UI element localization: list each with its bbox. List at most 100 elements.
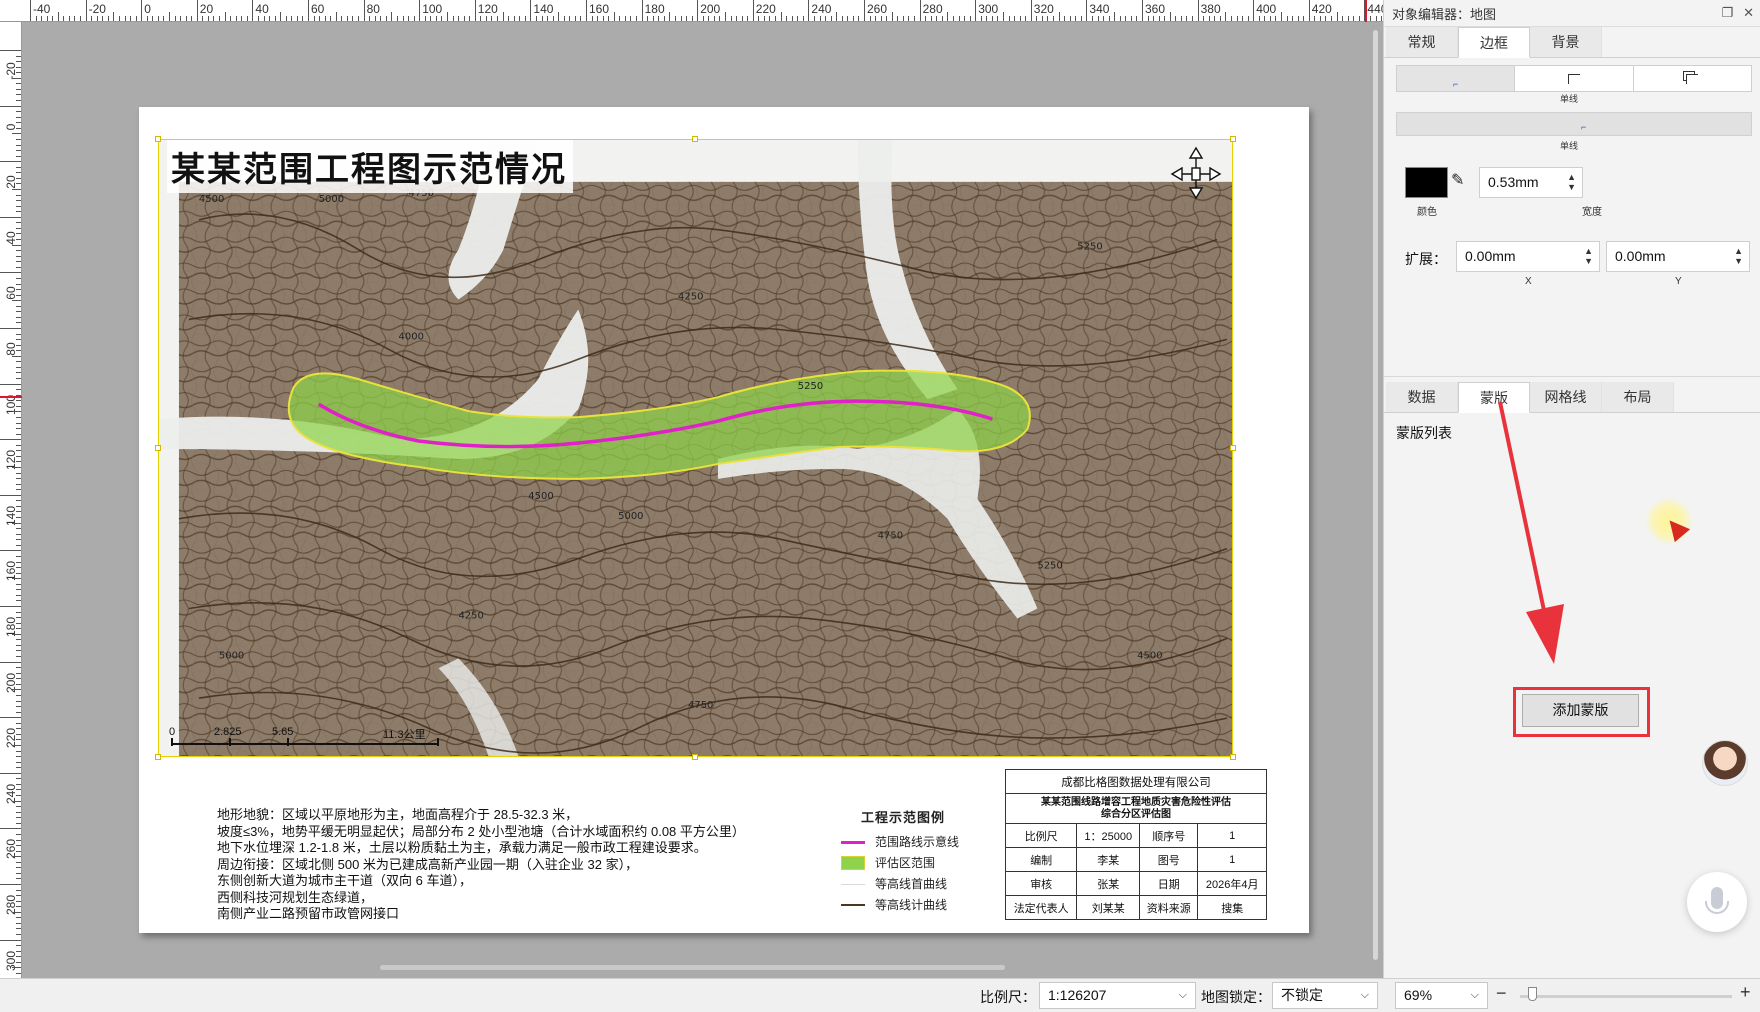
ruler-tick [586, 0, 587, 21]
ruler-tick [0, 717, 21, 719]
ruler-tick [0, 884, 21, 885]
ruler-minor-tick [402, 16, 404, 21]
ruler-minor-tick [16, 55, 21, 57]
ruler-minor-tick [63, 16, 65, 21]
ruler-minor-tick [441, 16, 443, 21]
ruler-minor-tick [541, 16, 543, 21]
selection-handle[interactable] [1230, 136, 1236, 142]
ruler-minor-tick [12, 355, 21, 357]
zoom-out-icon[interactable]: − [1496, 983, 1507, 1004]
selection-handle[interactable] [155, 136, 161, 142]
scale-select[interactable]: 1:126207 ⌵ [1039, 982, 1196, 1009]
close-icon[interactable]: ✕ [1743, 5, 1754, 21]
zoom-slider-thumb[interactable] [1528, 987, 1538, 1001]
tab-layout[interactable]: 布局 [1602, 382, 1674, 412]
ruler-minor-tick [12, 189, 21, 190]
zoom-slider-track[interactable] [1520, 995, 1732, 998]
ruler-minor-tick [869, 16, 871, 21]
ruler-minor-tick [597, 16, 599, 21]
ruler-tick [0, 661, 21, 663]
north-arrow-icon[interactable] [1168, 144, 1224, 202]
table-cell: 1 [1197, 823, 1267, 848]
spinner-arrows-icon[interactable]: ▲ ▼ [1584, 246, 1593, 266]
ruler-minor-tick [424, 16, 426, 21]
ruler-minor-tick [619, 16, 621, 21]
border-style-double[interactable] [1634, 66, 1751, 91]
ruler-minor-tick [57, 12, 59, 21]
ruler-minor-tick [1169, 12, 1171, 21]
ruler-minor-tick [35, 16, 37, 21]
border-line-preview[interactable]: ⌐ [1396, 112, 1752, 136]
selection-handle[interactable] [155, 754, 161, 760]
ruler-minor-tick [16, 600, 21, 602]
ruler-tick [0, 328, 21, 329]
ruler-minor-tick [1136, 16, 1138, 21]
selection-handle[interactable] [1230, 445, 1236, 451]
ruler-minor-tick [930, 16, 932, 21]
legend-swatch-index-contour [841, 898, 865, 912]
ruler-label: 60 [311, 2, 325, 16]
tab-data[interactable]: 数据 [1386, 382, 1458, 412]
ruler-label: 40 [255, 2, 269, 16]
ruler-minor-tick [41, 16, 43, 21]
panel-divider [1384, 376, 1760, 377]
ruler-tick [474, 0, 476, 21]
tab-border[interactable]: 边框 [1458, 27, 1530, 58]
ruler-minor-tick [396, 16, 398, 21]
selection-handle[interactable] [155, 445, 161, 451]
ruler-minor-tick [352, 16, 354, 21]
ruler-minor-tick [819, 16, 821, 21]
ruler-minor-tick [1281, 12, 1282, 21]
map-frame[interactable]: 4500 5000 4750 4250 5250 5250 4500 5000 … [158, 139, 1233, 757]
ruler-minor-tick [552, 16, 554, 21]
ruler-minor-tick [263, 16, 265, 21]
ruler-minor-tick [124, 16, 126, 21]
selection-handle[interactable] [1230, 754, 1236, 760]
border-style-single[interactable] [1515, 66, 1634, 91]
ruler-minor-tick [16, 416, 21, 418]
expand-x-spinner[interactable]: 0.00mm ▲ ▼ [1456, 241, 1600, 272]
ruler-minor-tick [302, 16, 304, 21]
x-label: X [1525, 276, 1532, 287]
ruler-minor-tick [547, 16, 549, 21]
horizontal-scrollbar[interactable] [380, 965, 1005, 970]
voice-input-button[interactable] [1687, 872, 1747, 932]
spinner-arrows-icon[interactable]: ▲ ▼ [1734, 246, 1743, 266]
ruler-minor-tick [452, 16, 454, 21]
spinner-arrows-icon[interactable]: ▲ ▼ [1567, 172, 1576, 192]
border-width-spinner[interactable]: 0.53mm ▲ ▼ [1479, 167, 1583, 198]
layout-canvas[interactable]: -40 -20 0 20 40 60 80 100 120 140 160 180 200 220 240 2… [0, 0, 1383, 978]
expand-y-spinner[interactable]: 0.00mm ▲ ▼ [1606, 241, 1750, 272]
border-color-swatch[interactable] [1405, 167, 1448, 198]
ruler-minor-tick [786, 16, 788, 21]
ruler-minor-tick [16, 561, 21, 563]
vertical-scrollbar[interactable] [1373, 30, 1378, 960]
border-style-none[interactable]: ⌐ [1397, 66, 1516, 91]
ruler-tick [0, 494, 21, 496]
tab-background[interactable]: 背景 [1530, 27, 1602, 57]
ruler-minor-tick [936, 16, 938, 21]
eyedropper-icon[interactable]: ✎ [1451, 170, 1464, 190]
scale-bar-tick [287, 738, 289, 746]
zoom-select[interactable]: 69% ⌵ [1395, 982, 1488, 1009]
ruler-minor-tick [12, 411, 21, 413]
table-cell: 图号 [1139, 847, 1199, 872]
add-mask-button[interactable]: 添加蒙版 [1522, 694, 1639, 727]
selection-handle[interactable] [692, 136, 698, 142]
assistant-avatar[interactable] [1702, 740, 1748, 786]
ruler-minor-tick [91, 16, 93, 21]
legend-title: 工程示范图例 [861, 811, 946, 826]
map-lock-select[interactable]: 不锁定 ⌵ [1272, 982, 1378, 1009]
restore-icon[interactable]: ❐ [1721, 5, 1733, 21]
ruler-minor-tick [1164, 16, 1166, 21]
selection-handle[interactable] [692, 754, 698, 760]
zoom-in-icon[interactable]: + [1740, 982, 1751, 1003]
table-row: 比例尺 1：25000 顺序号 1 [1004, 823, 1267, 848]
map-terrain: 4500 5000 4750 4250 5250 5250 4500 5000 … [159, 140, 1232, 756]
ruler-minor-tick [758, 16, 760, 21]
ruler-minor-tick [12, 467, 21, 468]
ruler-label: 240 [811, 2, 832, 16]
tab-general[interactable]: 常规 [1386, 27, 1458, 57]
ruler-minor-tick [16, 172, 21, 174]
table-cell: 搜集 [1197, 895, 1267, 920]
